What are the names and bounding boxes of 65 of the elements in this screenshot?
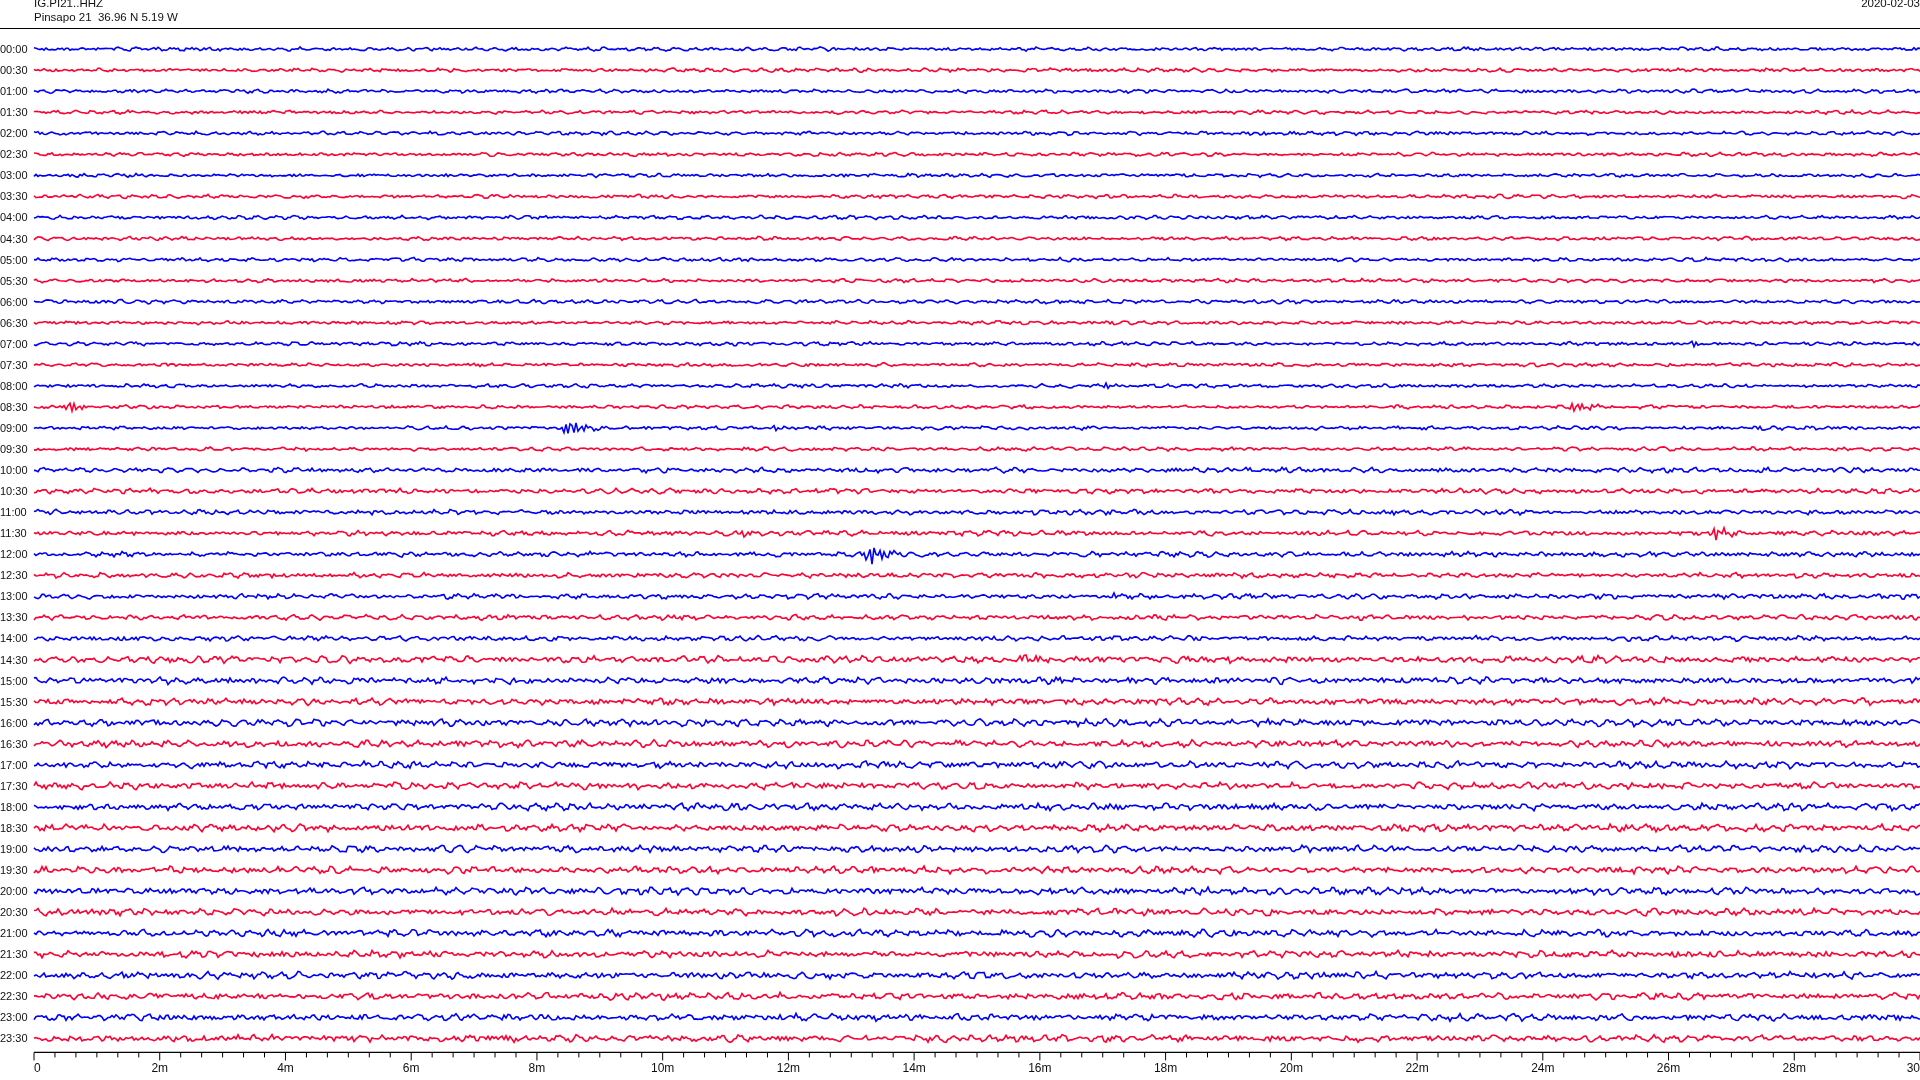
time-label: 07:00 [0, 337, 28, 350]
time-label: 20:00 [0, 885, 28, 898]
axis-label: 16m [1028, 1061, 1052, 1076]
time-label: 19:30 [0, 864, 28, 876]
axis-label: 26m [1656, 1061, 1681, 1076]
time-label: 06:30 [0, 316, 28, 329]
axis-label: 8m [528, 1061, 546, 1076]
time-label: 05:00 [0, 253, 28, 266]
axis-label: 2m [151, 1061, 169, 1076]
time-label: 07:30 [0, 358, 28, 371]
axis-label: 22m [1405, 1061, 1429, 1076]
time-label: 20:30 [0, 906, 28, 919]
axis-label: 30 [1906, 1061, 1920, 1076]
time-label: 21:00 [0, 927, 28, 940]
time-label: 15:30 [0, 695, 28, 708]
time-label: 14:00 [0, 632, 28, 645]
time-label: 00:30 [0, 64, 28, 77]
time-label: 17:00 [0, 758, 28, 771]
time-label: 11:30 [0, 527, 27, 540]
time-label: 15:00 [0, 674, 28, 687]
axis-label: 10m [651, 1061, 675, 1076]
time-label: 12:00 [0, 548, 28, 561]
time-label: 12:30 [0, 569, 28, 582]
time-label: 18:00 [0, 800, 28, 813]
time-label: 18:30 [0, 821, 28, 834]
station-location: Pinsapo 21 36.96 N 5.19 W [34, 10, 178, 24]
axis-label: 18m [1153, 1061, 1178, 1076]
time-label: 16:30 [0, 737, 28, 750]
time-label: 09:00 [0, 421, 28, 434]
axis-label: 20m [1279, 1061, 1303, 1076]
time-label: 19:00 [0, 842, 28, 855]
time-label: 21:30 [0, 948, 28, 961]
time-label: 00:00 [0, 43, 28, 56]
time-label: 23:00 [0, 1011, 28, 1024]
time-label: 22:30 [0, 990, 28, 1003]
time-label: 10:30 [0, 485, 28, 498]
time-label: 08:00 [0, 379, 28, 392]
time-label: 03:00 [0, 169, 28, 182]
time-label: 16:00 [0, 716, 28, 729]
time-label: 02:00 [0, 127, 28, 140]
time-label: 09:30 [0, 443, 28, 455]
axis-label: 12m [776, 1061, 801, 1076]
time-label: 03:30 [0, 190, 28, 203]
time-label: 11:00 [0, 506, 27, 519]
axis-label: 0 [34, 1061, 41, 1076]
time-label: 13:00 [0, 590, 28, 603]
time-label: 06:00 [0, 295, 28, 308]
time-label: 10:00 [0, 464, 28, 477]
axis-label: 6m [402, 1061, 420, 1076]
time-label: 22:00 [0, 969, 28, 982]
axis-label: 14m [902, 1061, 926, 1076]
time-label: 14:30 [0, 653, 28, 666]
time-label: 04:00 [0, 211, 28, 224]
time-label: 13:30 [0, 611, 28, 624]
axis-label: 4m [277, 1061, 294, 1076]
time-label: 01:00 [0, 85, 28, 98]
time-label: 08:30 [0, 400, 28, 413]
time-label: 04:30 [0, 232, 28, 245]
time-label: 01:30 [0, 106, 28, 119]
time-label: 05:30 [0, 274, 28, 287]
time-label: 02:30 [0, 148, 28, 161]
axis-label: 24m [1531, 1061, 1555, 1076]
time-label: 23:30 [0, 1032, 28, 1045]
time-label: 17:30 [0, 779, 28, 792]
axis-label: 28m [1782, 1061, 1806, 1076]
